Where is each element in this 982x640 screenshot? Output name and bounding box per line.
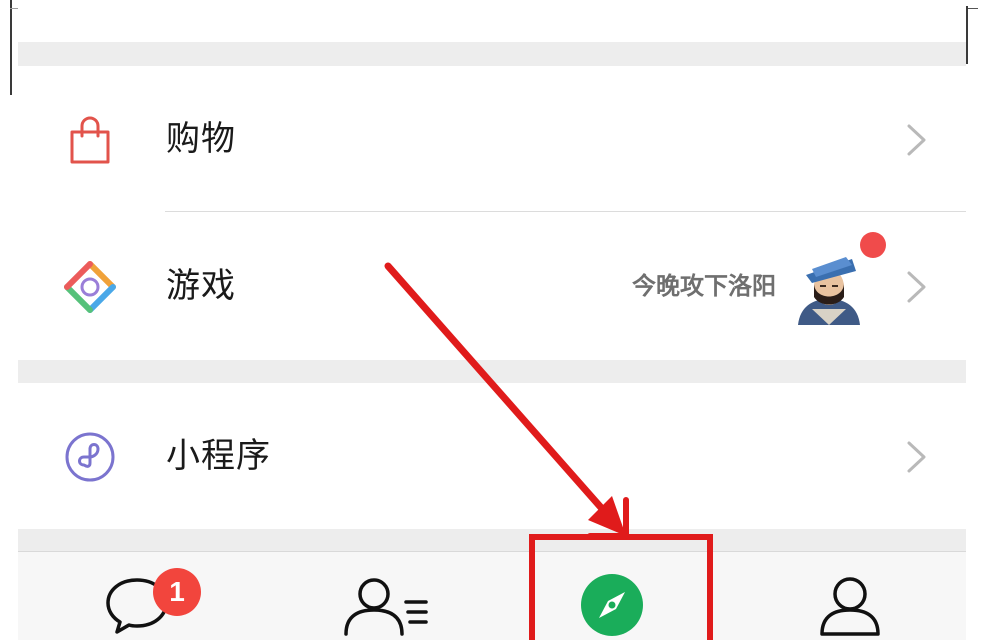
new-activity-dot [860,232,886,258]
chevron-right-icon [904,122,930,158]
unread-count-badge: 1 [153,568,201,616]
menu-item-games[interactable]: 游戏 今晚攻下洛阳 [18,213,966,359]
previous-row-strip [18,0,966,42]
discover-screen: 购物 游戏 今晚攻下洛阳 小程序 1 [0,0,982,640]
mini-program-icon [64,431,116,483]
menu-item-label: 小程序 [166,436,271,476]
frame-edge-right [966,6,968,64]
game-diamond-icon [64,261,116,313]
discover-list: 购物 游戏 今晚攻下洛阳 小程序 1 [18,0,966,640]
tab-chats[interactable]: 1 [78,552,201,640]
menu-item-shopping[interactable]: 购物 [18,66,966,212]
game-promo-text: 今晚攻下洛阳 [632,272,776,300]
tab-me[interactable] [808,552,928,640]
menu-item-label: 游戏 [166,266,236,306]
menu-item-mini-programs[interactable]: 小程序 [18,383,966,529]
chevron-right-icon [904,269,930,305]
row-divider [165,211,966,212]
tab-contacts[interactable] [324,552,444,640]
game-character-avatar [792,249,866,325]
chevron-right-icon [904,439,930,475]
discover-tab-highlight-box [529,534,713,640]
shopping-bag-icon [64,114,116,166]
bottom-tab-bar: 1 [18,551,966,640]
menu-group-mini-programs: 小程序 [18,383,966,529]
menu-group-shopping-games: 购物 游戏 今晚攻下洛阳 [18,66,966,360]
menu-item-label: 购物 [166,119,236,159]
frame-edge-left [10,0,12,95]
